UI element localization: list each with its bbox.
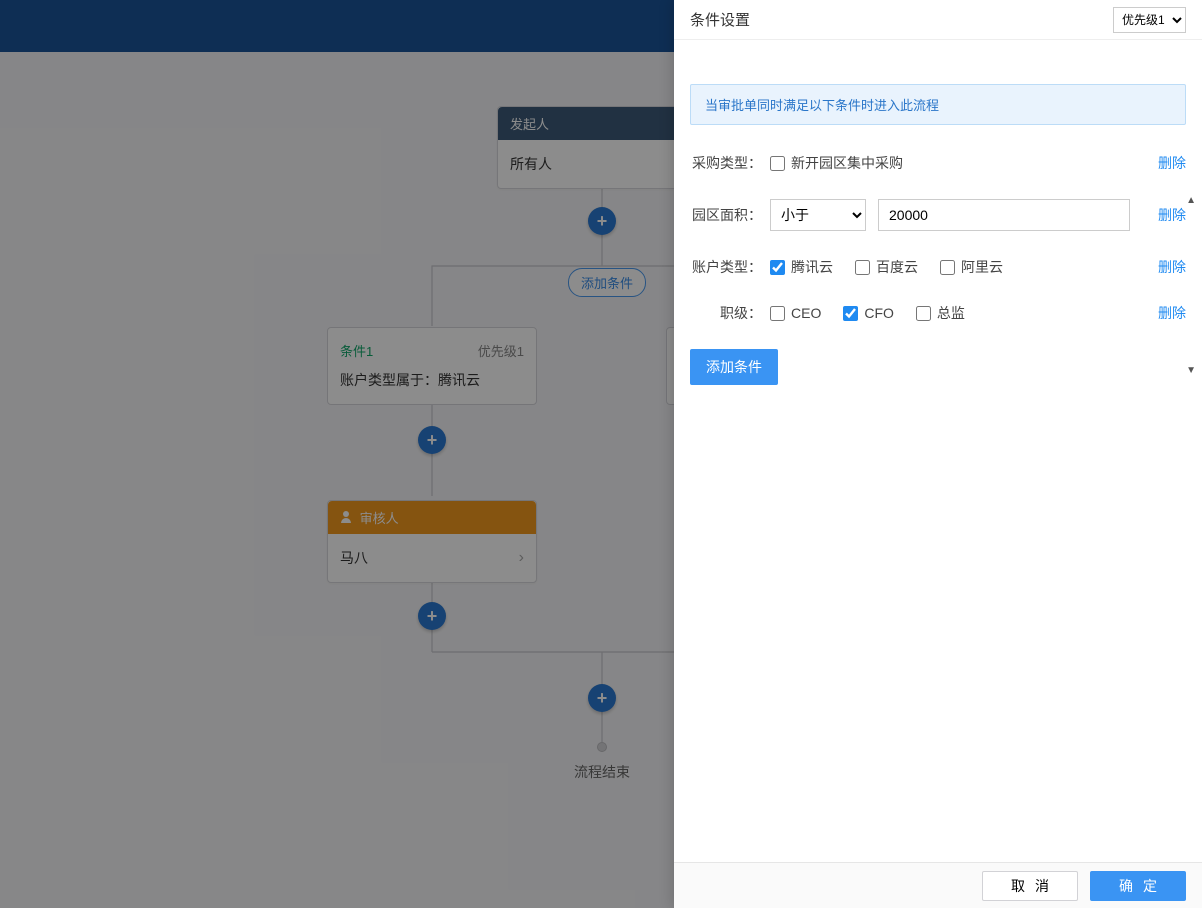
label-purchase-type: 采购类型： <box>690 153 762 173</box>
checkbox-tencent[interactable]: 腾讯云 <box>770 257 833 277</box>
checkbox-new-park[interactable]: 新开园区集中采购 <box>770 153 903 173</box>
checkbox-label: 总监 <box>937 303 965 323</box>
label-rank: 职级： <box>690 303 762 323</box>
condition-settings-panel: 条件设置 优先级1 ▲ ▼ 当审批单同时满足以下条件时进入此流程 采购类型： 新… <box>674 0 1202 908</box>
row-area: 园区面积： 小于 删除 <box>690 199 1186 231</box>
checkbox-ceo[interactable]: CEO <box>770 305 821 321</box>
checkbox-label: 新开园区集中采购 <box>791 153 903 173</box>
checkbox-label: 百度云 <box>876 257 918 277</box>
ok-button[interactable]: 确定 <box>1090 871 1186 901</box>
label-area: 园区面积： <box>690 205 762 225</box>
checkbox-input[interactable] <box>770 156 785 171</box>
panel-footer: 取消 确定 <box>674 862 1202 908</box>
checkbox-label: CEO <box>791 305 821 321</box>
checkbox-label: CFO <box>864 305 894 321</box>
area-value-input[interactable] <box>878 199 1130 231</box>
checkbox-input[interactable] <box>770 306 785 321</box>
checkbox-baidu[interactable]: 百度云 <box>855 257 918 277</box>
row-rank: 职级： CEO CFO 总监 删除 <box>690 303 1186 323</box>
info-bar: 当审批单同时满足以下条件时进入此流程 <box>690 84 1186 125</box>
row-purchase-type: 采购类型： 新开园区集中采购 删除 <box>690 153 1186 173</box>
add-condition-button[interactable]: 添加条件 <box>690 349 778 385</box>
delete-link[interactable]: 删除 <box>1158 205 1186 225</box>
delete-link[interactable]: 删除 <box>1158 303 1186 323</box>
checkbox-label: 阿里云 <box>961 257 1003 277</box>
checkbox-input[interactable] <box>916 306 931 321</box>
checkbox-director[interactable]: 总监 <box>916 303 965 323</box>
checkbox-cfo[interactable]: CFO <box>843 305 894 321</box>
scroll-down-icon[interactable]: ▼ <box>1186 366 1196 376</box>
checkbox-input[interactable] <box>843 306 858 321</box>
panel-body: ▲ ▼ 当审批单同时满足以下条件时进入此流程 采购类型： 新开园区集中采购 删除… <box>674 40 1202 862</box>
priority-select[interactable]: 优先级1 <box>1113 7 1186 33</box>
delete-link[interactable]: 删除 <box>1158 257 1186 277</box>
checkbox-label: 腾讯云 <box>791 257 833 277</box>
cancel-button[interactable]: 取消 <box>982 871 1078 901</box>
row-account-type: 账户类型： 腾讯云 百度云 阿里云 删除 <box>690 257 1186 277</box>
area-operator-select[interactable]: 小于 <box>770 199 866 231</box>
checkbox-ali[interactable]: 阿里云 <box>940 257 1003 277</box>
label-account-type: 账户类型： <box>690 257 762 277</box>
delete-link[interactable]: 删除 <box>1158 153 1186 173</box>
scroll-up-icon[interactable]: ▲ <box>1186 196 1196 206</box>
checkbox-input[interactable] <box>855 260 870 275</box>
panel-title: 条件设置 <box>690 9 750 30</box>
panel-header: 条件设置 优先级1 <box>674 0 1202 40</box>
checkbox-input[interactable] <box>940 260 955 275</box>
checkbox-input[interactable] <box>770 260 785 275</box>
